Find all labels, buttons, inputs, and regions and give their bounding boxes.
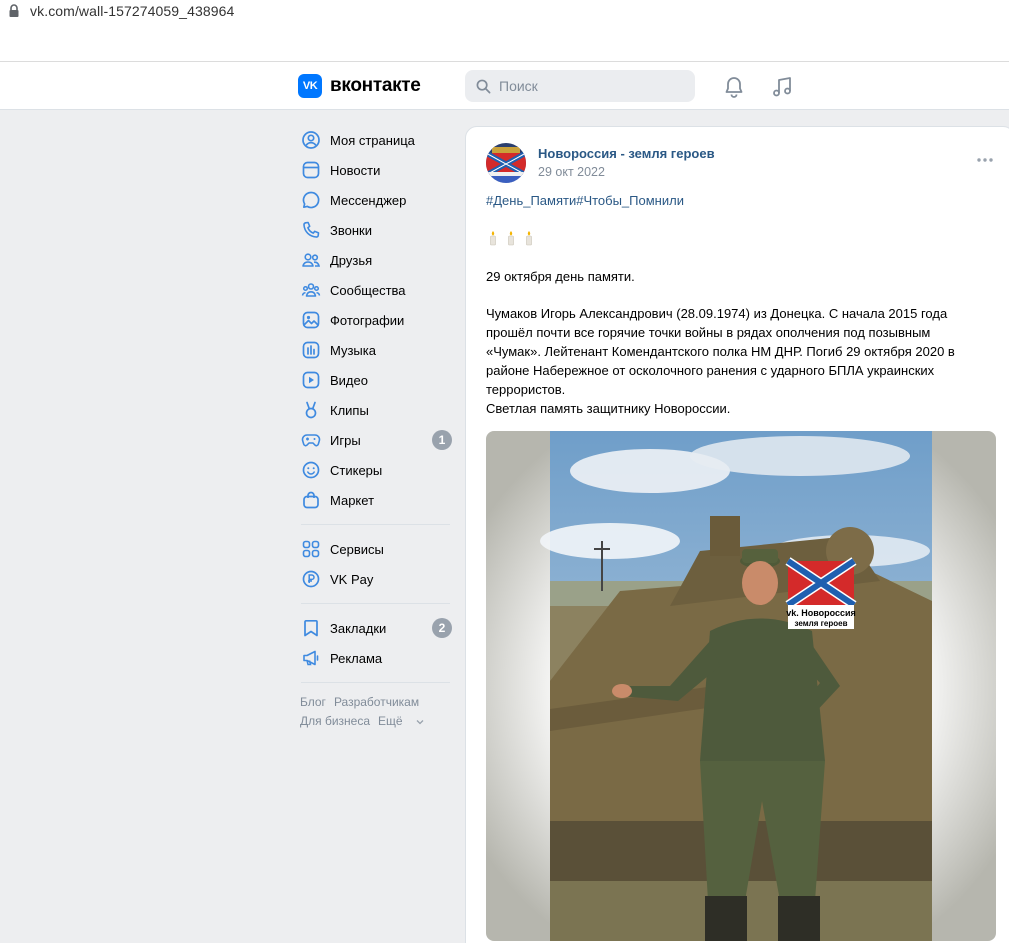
- url-text[interactable]: vk.com/wall-157274059_438964: [30, 3, 234, 19]
- sidebar-item-label: Закладки: [330, 620, 387, 636]
- post-text-memorial-day: 29 октября день памяти.: [486, 269, 635, 284]
- bookmarks-count-badge: 2: [432, 618, 452, 638]
- bookmark-icon: [304, 619, 318, 637]
- sidebar-item-music[interactable]: Музыка: [298, 335, 453, 365]
- sidebar-item-vk-pay[interactable]: VK Pay: [298, 564, 453, 594]
- sidebar-item-messenger[interactable]: Мессенджер: [298, 185, 453, 215]
- market-bag-icon: [303, 491, 319, 509]
- post-text-line: «Чумак». Лейтенант Комендантского полка …: [486, 344, 955, 359]
- sidebar-item-ads[interactable]: Реклама: [298, 643, 453, 673]
- soldier-tank-photo: vk. Новороссия земля героев: [486, 431, 996, 941]
- watermark-text-1: vk. Новороссия: [786, 608, 856, 618]
- message-icon: [302, 191, 320, 209]
- sidebar-item-games[interactable]: Игры 1: [298, 425, 453, 455]
- sidebar-item-services[interactable]: Сервисы: [298, 534, 453, 564]
- candle-icon: [490, 231, 496, 246]
- friends-icon: [302, 253, 321, 267]
- search-box[interactable]: [465, 70, 695, 102]
- user-circle-icon: [302, 131, 320, 149]
- sidebar-item-friends[interactable]: Друзья: [298, 245, 453, 275]
- sidebar-item-label: Друзья: [330, 252, 373, 268]
- news-icon: [302, 161, 320, 179]
- footer-link-more[interactable]: Ещё: [378, 714, 424, 728]
- communities-icon: [301, 283, 321, 297]
- post-text-line: районе Набережное от осколочного ранения…: [486, 363, 935, 378]
- vk-logo-text: вконтакте: [330, 75, 421, 96]
- sidebar-item-label: Моя страница: [330, 132, 415, 148]
- sticker-icon: [302, 461, 320, 479]
- more-options-icon[interactable]: [976, 157, 994, 163]
- sidebar-item-news[interactable]: Новости: [298, 155, 453, 185]
- sidebar-item-label: Сообщества: [330, 282, 406, 298]
- sidebar-divider: [301, 524, 450, 525]
- sidebar-item-label: Реклама: [330, 650, 383, 666]
- sidebar-item-label: Новости: [330, 162, 381, 178]
- footer-link-business[interactable]: Для бизнеса: [300, 714, 370, 728]
- post-text-line: Чумаков Игорь Александрович (28.09.1974)…: [486, 306, 948, 321]
- novorossiya-flag-avatar: [486, 143, 526, 183]
- footer-link-developers[interactable]: Разработчикам: [334, 695, 419, 709]
- music-icon: [302, 341, 320, 359]
- post-text-line: террористов.: [486, 382, 566, 397]
- post-photo[interactable]: vk. Новороссия земля героев: [486, 431, 996, 941]
- bell-icon[interactable]: [722, 75, 746, 99]
- search-input[interactable]: [499, 78, 679, 94]
- candle-icon: [526, 231, 532, 246]
- sidebar-item-video[interactable]: Видео: [298, 365, 453, 395]
- sidebar-item-label: Сервисы: [330, 541, 384, 557]
- candle-icon: [508, 231, 514, 246]
- sidebar-item-label: Музыка: [330, 342, 376, 358]
- sidebar-item-calls[interactable]: Звонки: [298, 215, 453, 245]
- post-hashtags-link[interactable]: #День_Памяти#Чтобы_Помнили: [486, 193, 684, 208]
- candle-emoji-row: [486, 230, 536, 246]
- sidebar-item-communities[interactable]: Сообщества: [298, 275, 453, 305]
- music-note-icon[interactable]: [770, 75, 794, 99]
- services-icon: [302, 540, 320, 558]
- left-sidebar: Моя страница Новости Мессенджер Звонки Д…: [298, 125, 453, 731]
- sidebar-item-label: Игры: [330, 432, 361, 448]
- megaphone-icon: [303, 650, 319, 666]
- sidebar-item-stickers[interactable]: Стикеры: [298, 455, 453, 485]
- browser-address-bar[interactable]: vk.com/wall-157274059_438964: [0, 0, 1009, 62]
- photo-icon: [302, 311, 320, 329]
- sidebar-item-market[interactable]: Маркет: [298, 485, 453, 515]
- clips-icon: [305, 401, 317, 419]
- sidebar-item-my-page[interactable]: Моя страница: [298, 125, 453, 155]
- wall-post: Новороссия - земля героев 29 окт 2022 #Д…: [465, 126, 1009, 943]
- sidebar-item-label: Маркет: [330, 492, 375, 508]
- sidebar-item-label: Фотографии: [330, 312, 405, 328]
- watermark-text-2: земля героев: [794, 619, 847, 628]
- sidebar-item-label: Видео: [330, 372, 368, 388]
- sidebar-footer-links: Блог Разработчикам Для бизнеса Ещё: [298, 693, 453, 731]
- vk-header: VK вконтакте: [0, 62, 1009, 110]
- post-text-biography: Чумаков Игорь Александрович (28.09.1974)…: [486, 304, 976, 418]
- video-icon: [302, 371, 320, 389]
- post-text-line: прошёл почти все горячие точки войны в р…: [486, 325, 931, 340]
- sidebar-item-label: Звонки: [330, 222, 372, 238]
- sidebar-item-photos[interactable]: Фотографии: [298, 305, 453, 335]
- sidebar-divider: [301, 682, 450, 683]
- vk-logo[interactable]: VK вконтакте: [298, 74, 421, 98]
- games-count-badge: 1: [432, 430, 452, 450]
- vk-logo-mark: VK: [298, 74, 322, 98]
- post-author-link[interactable]: Новороссия - земля героев: [538, 146, 715, 161]
- post-text-line: Светлая память защитнику Новороссии.: [486, 401, 731, 416]
- sidebar-item-label: Мессенджер: [330, 192, 407, 208]
- post-date[interactable]: 29 окт 2022: [538, 165, 605, 179]
- sidebar-item-clips[interactable]: Клипы: [298, 395, 453, 425]
- footer-link-blog[interactable]: Блог: [300, 695, 326, 709]
- community-avatar[interactable]: [486, 143, 526, 183]
- phone-icon: [303, 221, 320, 238]
- sidebar-item-label: Клипы: [330, 402, 369, 418]
- chevron-down-icon: [416, 720, 424, 725]
- sidebar-item-label: VK Pay: [330, 571, 374, 587]
- search-icon: [476, 79, 491, 93]
- footer-more-label: Ещё: [378, 714, 403, 728]
- sidebar-divider: [301, 603, 450, 604]
- sidebar-item-label: Стикеры: [330, 462, 383, 478]
- vkpay-icon: [302, 570, 320, 588]
- lock-icon: [9, 4, 19, 17]
- sidebar-item-bookmarks[interactable]: Закладки 2: [298, 613, 453, 643]
- gamepad-icon: [301, 434, 321, 447]
